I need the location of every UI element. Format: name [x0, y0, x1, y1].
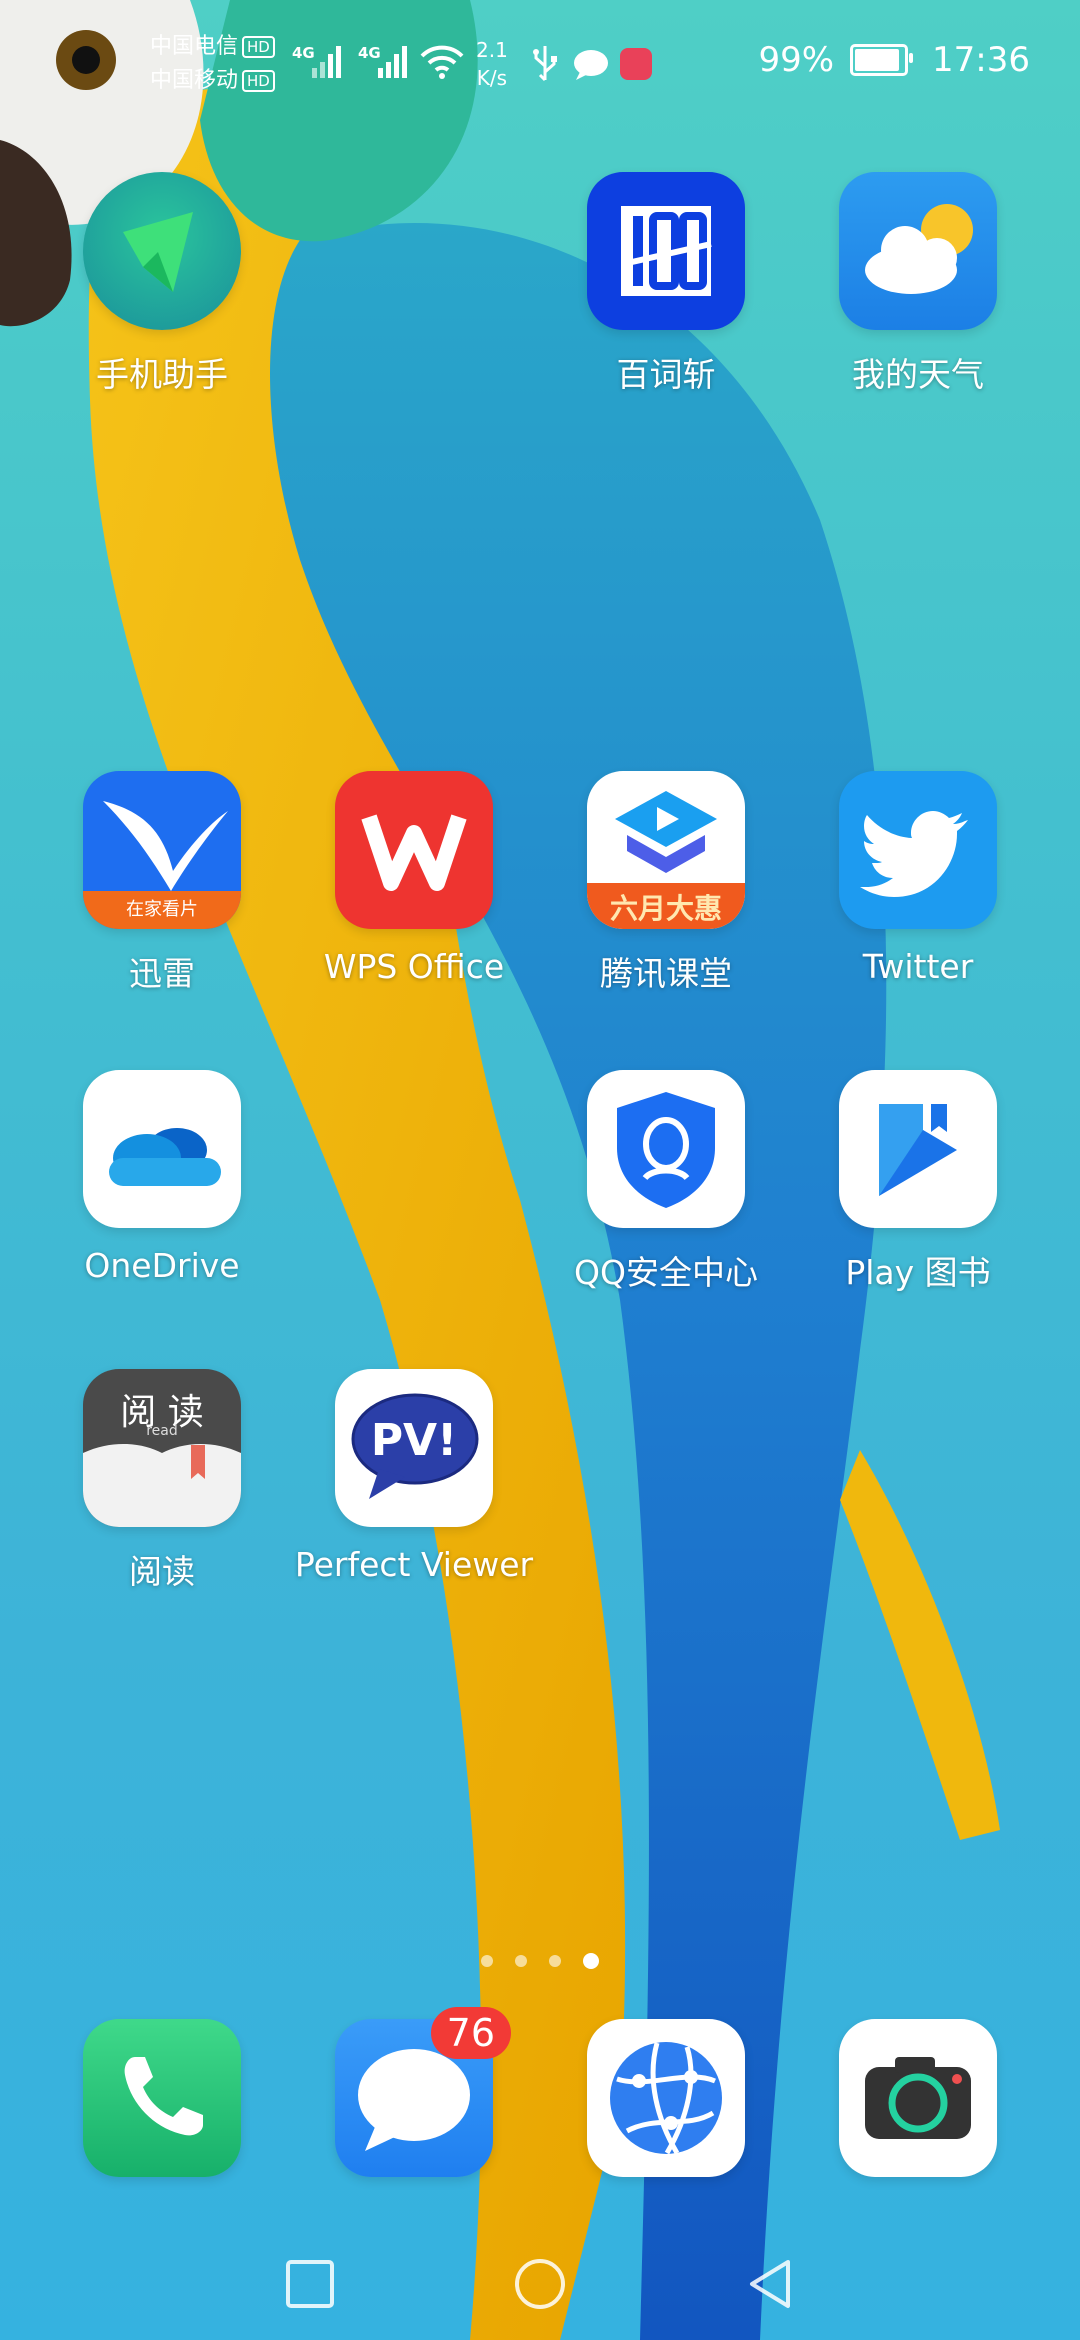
app-notification-icon [620, 48, 652, 80]
app-wps[interactable]: WPS Office [288, 771, 540, 986]
page-indicator [0, 1953, 1080, 1969]
dock-camera[interactable] [792, 2019, 1044, 2177]
app-onedrive[interactable]: OneDrive [36, 1070, 288, 1285]
xunlei-icon: 在家看片 [83, 771, 241, 929]
network-speed: 2.1 K/s [476, 36, 508, 92]
speed-value: 2.1 [476, 38, 508, 62]
app-label: QQ安全中心 [574, 1253, 758, 1292]
dock-phone[interactable] [36, 2019, 288, 2177]
dock-messages[interactable]: 76 [288, 2007, 540, 2177]
signal-2-icon [378, 38, 407, 78]
wps-icon [335, 771, 493, 929]
twitter-icon [839, 771, 997, 929]
messages-icon: 76 [335, 2007, 511, 2177]
back-button[interactable] [740, 2254, 800, 2314]
app-reader[interactable]: 阅 读 read 阅读 [36, 1369, 288, 1593]
chat-notification-icon [574, 50, 608, 80]
perfect-viewer-icon: PV! [335, 1369, 493, 1527]
unread-badge: 76 [430, 2007, 511, 2059]
app-label: OneDrive [84, 1246, 240, 1285]
onedrive-icon [83, 1070, 241, 1228]
clock: 17:36 [932, 40, 1030, 80]
app-label: 腾讯课堂 [600, 954, 732, 993]
play-books-icon [839, 1070, 997, 1228]
hd-badge-1: HD [242, 36, 275, 58]
weather-icon [839, 172, 997, 330]
pv-icon-text: PV! [370, 1415, 458, 1466]
wifi-icon [420, 45, 464, 79]
qq-security-icon [587, 1070, 745, 1228]
app-twitter[interactable]: Twitter [792, 771, 1044, 986]
app-label: WPS Office [323, 947, 505, 986]
app-label: Perfect Viewer [294, 1545, 534, 1584]
app-xunlei[interactable]: 在家看片 迅雷 [36, 771, 288, 995]
page-dot[interactable] [481, 1955, 493, 1967]
tencent-classroom-icon: 六月大惠 [587, 771, 745, 929]
page-dot[interactable] [583, 1953, 599, 1969]
app-label: 百词斩 [616, 355, 716, 394]
app-qq-security[interactable]: QQ安全中心 [540, 1070, 792, 1294]
app-label: Play 图书 [845, 1253, 991, 1292]
battery-percent: 99% [758, 40, 835, 80]
page-dot[interactable] [549, 1955, 561, 1967]
app-play-books[interactable]: Play 图书 [792, 1070, 1044, 1294]
dock-browser[interactable] [540, 2019, 792, 2177]
battery-icon [850, 44, 914, 76]
signal-1-icon [312, 38, 341, 78]
app-phone-assistant[interactable]: 手机助手 [36, 172, 288, 396]
app-label: 手机助手 [96, 355, 228, 394]
app-baicizhan[interactable]: 百词斩 [540, 172, 792, 396]
carrier-info: 中国电信 HD 中国移动 HD [150, 30, 275, 98]
app-perfect-viewer[interactable]: PV! Perfect Viewer [288, 1369, 540, 1584]
browser-icon [587, 2019, 745, 2177]
app-tencent-classroom[interactable]: 六月大惠 腾讯课堂 [540, 771, 792, 995]
phone-assistant-icon [83, 172, 241, 330]
status-bar: 中国电信 HD 中国移动 HD 4G 4G 2.1 K/s 99% 17:36 [0, 0, 1080, 130]
app-label: 我的天气 [852, 355, 984, 394]
speed-unit: K/s [476, 66, 508, 90]
carrier-2: 中国移动 [150, 68, 239, 93]
app-label: 迅雷 [129, 954, 195, 993]
camera-icon [839, 2019, 997, 2177]
page-dot[interactable] [515, 1955, 527, 1967]
usb-icon [533, 46, 557, 82]
reader-icon-sub: read [146, 1423, 178, 1439]
hd-badge-2: HD [242, 70, 275, 92]
app-label: Twitter [862, 947, 974, 986]
phone-icon [83, 2019, 241, 2177]
app-label: 阅读 [129, 1552, 195, 1591]
recents-button[interactable] [280, 2254, 340, 2314]
tencent-banner: 六月大惠 [609, 892, 722, 925]
baicizhan-icon [587, 172, 745, 330]
home-button[interactable] [510, 2254, 570, 2314]
navigation-bar [0, 2240, 1080, 2320]
app-weather[interactable]: 我的天气 [792, 172, 1044, 396]
carrier-1: 中国电信 [150, 34, 239, 59]
reader-icon: 阅 读 read [83, 1369, 241, 1527]
xunlei-banner: 在家看片 [126, 899, 198, 920]
